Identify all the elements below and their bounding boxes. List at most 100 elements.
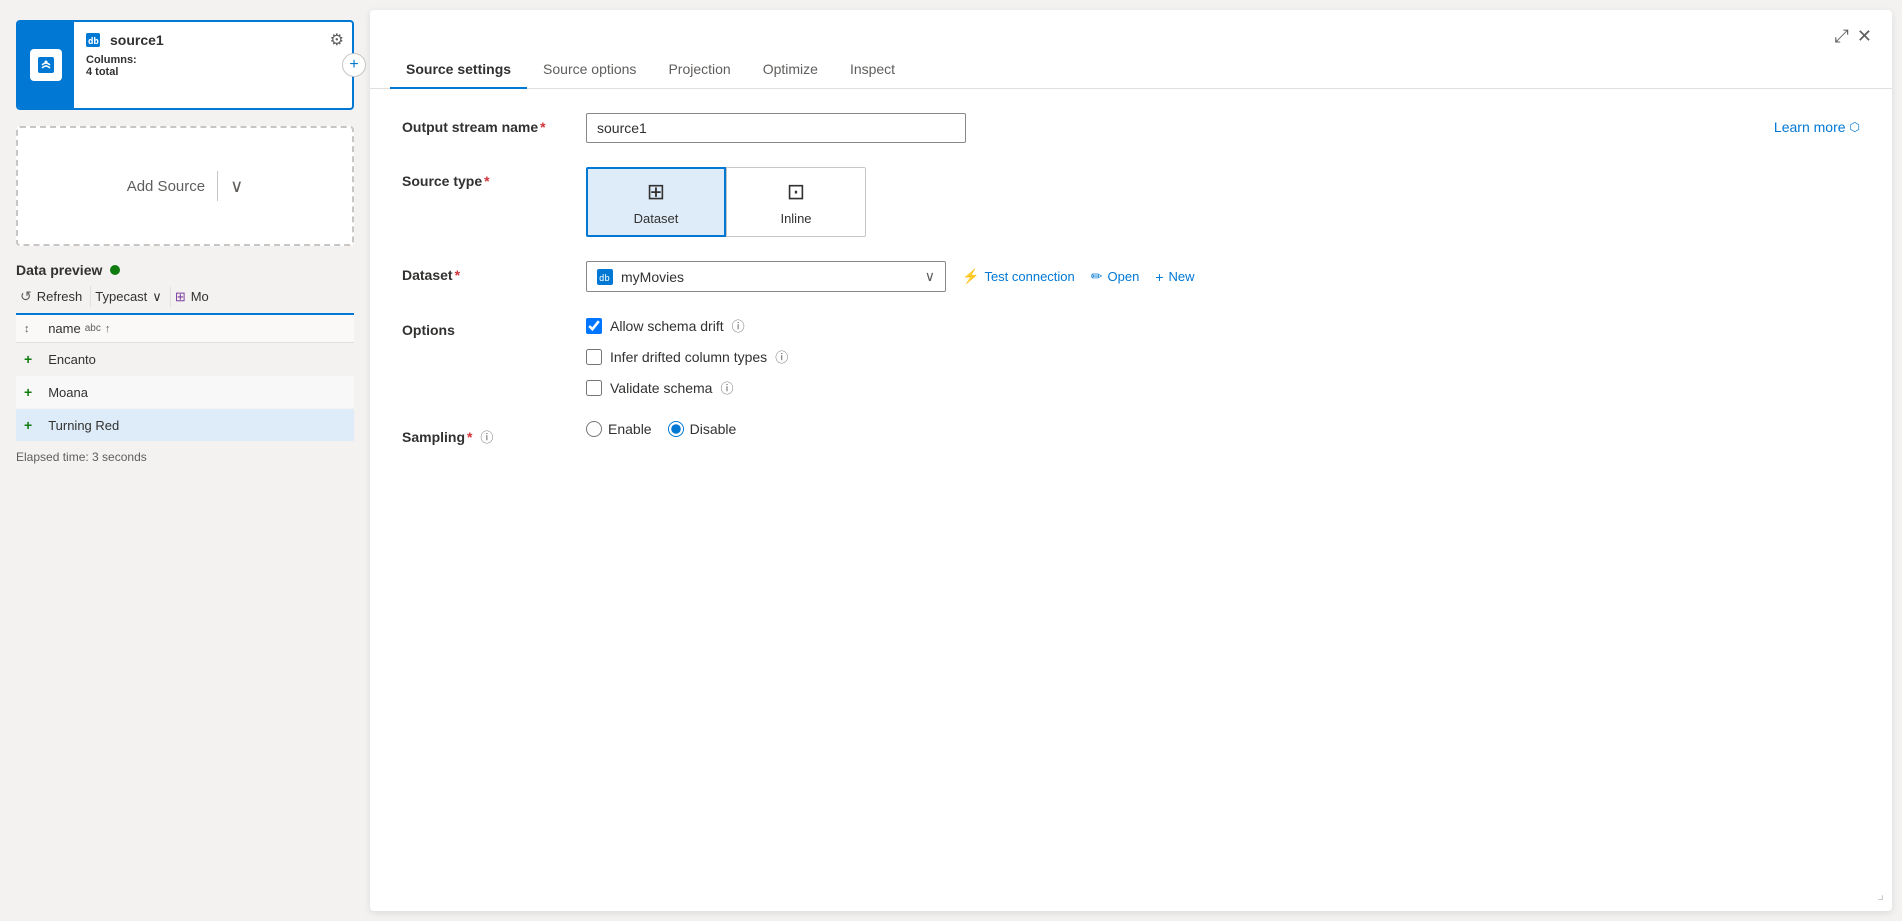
dataset-controls: db myMovies ∨ ⚡ Test connection ✏ Open (586, 261, 1195, 292)
db-icon: db (597, 269, 613, 285)
type-badge: abc (85, 323, 101, 334)
sampling-row: Sampling* ⓘ Enable Disable (402, 421, 1860, 446)
source-type-buttons: ⊞ Dataset ⊡ Inline (586, 167, 866, 237)
infer-drifted-column-types-row: Infer drifted column types ⓘ (586, 347, 788, 366)
tab-inspect[interactable]: Inspect (834, 51, 911, 89)
source-type-row: Source type* ⊞ Dataset ⊡ Inline (402, 167, 1860, 237)
table-row: + Turning Red (16, 409, 354, 442)
allow-schema-drift-row: Allow schema drift ⓘ (586, 316, 788, 335)
gear-icon[interactable]: ⚙ (330, 30, 344, 50)
table-row: + Encanto (16, 343, 354, 376)
tab-source-settings[interactable]: Source settings (390, 51, 527, 89)
add-source-label: Add Source (127, 178, 205, 195)
add-source-divider (217, 171, 218, 201)
right-panel: ⤢ ✕ Source settings Source options Proje… (370, 10, 1892, 911)
tab-projection[interactable]: Projection (652, 51, 746, 89)
sampling-disable-option[interactable]: Disable (668, 421, 737, 437)
sampling-radios: Enable Disable (586, 421, 736, 437)
source-node-plus-icon[interactable]: + (342, 53, 366, 77)
add-row-btn[interactable]: + (16, 409, 40, 442)
sampling-info-icon[interactable]: ⓘ (480, 430, 493, 445)
sampling-disable-radio[interactable] (668, 421, 684, 437)
sampling-label: Sampling* ⓘ (402, 421, 562, 446)
source-node-left (18, 22, 74, 108)
connection-icon: ⚡ (962, 268, 979, 285)
sampling-enable-radio[interactable] (586, 421, 602, 437)
info-icon[interactable]: ⓘ (732, 316, 745, 335)
row-name-cell: Turning Red (40, 409, 354, 442)
output-stream-name-input[interactable] (586, 113, 966, 143)
output-stream-name-row: Output stream name* Learn more ⬡ (402, 113, 1860, 143)
chevron-down-icon: ∨ (925, 268, 935, 285)
source-node-title: db source1 (86, 32, 340, 48)
source-type-inline-button[interactable]: ⊡ Inline (726, 167, 866, 237)
elapsed-time: Elapsed time: 3 seconds (16, 450, 354, 464)
source-type-dataset-button[interactable]: ⊞ Dataset (586, 167, 726, 237)
table-row: + Moana (16, 376, 354, 409)
name-column-header: name abc ↑ (40, 315, 354, 343)
add-row-btn[interactable]: + (16, 376, 40, 409)
panel-actions: ⤢ ✕ (1835, 26, 1873, 47)
panel-header: ⤢ ✕ (370, 10, 1892, 47)
chevron-down-icon: ∨ (230, 176, 243, 197)
sort-header[interactable]: ↕ (16, 315, 40, 343)
dataset-label: Dataset* (402, 261, 562, 283)
source-node[interactable]: db source1 Columns: 4 total ⚙ + (16, 20, 354, 110)
info-icon-3[interactable]: ⓘ (720, 378, 733, 397)
left-panel: db source1 Columns: 4 total ⚙ + Add Sour… (0, 0, 370, 921)
validate-schema-checkbox[interactable] (586, 380, 602, 396)
sort-asc-icon: ↑ (105, 323, 111, 335)
close-button[interactable]: ✕ (1857, 26, 1872, 47)
resize-handle[interactable]: ⌟ (1877, 886, 1884, 903)
inline-icon: ⊡ (787, 179, 805, 205)
data-preview-title: Data preview (16, 262, 102, 278)
source-type-label: Source type* (402, 167, 562, 189)
svg-text:db: db (599, 274, 610, 284)
more-button[interactable]: ⊞ Mo (171, 287, 217, 307)
open-button[interactable]: ✏ Open (1091, 268, 1140, 285)
options-label: Options (402, 316, 562, 338)
typecast-button[interactable]: Typecast ∨ (91, 287, 171, 307)
output-stream-name-label: Output stream name* (402, 113, 562, 135)
new-button[interactable]: + New (1155, 269, 1194, 285)
dataset-select-dropdown[interactable]: db myMovies ∨ (586, 261, 946, 292)
infer-drifted-column-types-checkbox[interactable] (586, 349, 602, 365)
expand-button[interactable]: ⤢ (1835, 26, 1849, 47)
sort-icon: ↕ (24, 323, 30, 335)
data-preview-header: Data preview (16, 262, 354, 278)
add-source-box[interactable]: Add Source ∨ (16, 126, 354, 246)
source-node-meta: Columns: 4 total (86, 54, 340, 78)
info-icon-2[interactable]: ⓘ (775, 347, 788, 366)
svg-text:db: db (88, 37, 99, 47)
output-stream-name-control (586, 113, 966, 143)
row-name-cell: Moana (40, 376, 354, 409)
add-row-btn[interactable]: + (16, 343, 40, 376)
options-row: Options Allow schema drift ⓘ Infer drift… (402, 316, 1860, 397)
validate-schema-row: Validate schema ⓘ (586, 378, 788, 397)
external-link-icon: ⬡ (1850, 120, 1860, 134)
source-icon (30, 49, 62, 81)
learn-more-link[interactable]: Learn more ⬡ (1774, 113, 1860, 135)
dataset-icon: ⊞ (647, 179, 665, 205)
source-node-content: db source1 Columns: 4 total (74, 22, 352, 108)
options-checkboxes: Allow schema drift ⓘ Infer drifted colum… (586, 316, 788, 397)
allow-schema-drift-checkbox[interactable] (586, 318, 602, 334)
refresh-icon: ↺ (20, 288, 32, 305)
preview-table: ↕ name abc ↑ + Encanto + Mo (16, 315, 354, 442)
tab-source-options[interactable]: Source options (527, 51, 652, 89)
dataset-row: Dataset* db myMovies ∨ ⚡ Test connection (402, 261, 1860, 292)
sampling-enable-option[interactable]: Enable (586, 421, 652, 437)
row-name-cell: Encanto (40, 343, 354, 376)
tab-optimize[interactable]: Optimize (747, 51, 834, 89)
grid-icon: ⊞ (175, 289, 186, 305)
status-dot (110, 265, 120, 275)
test-connection-button[interactable]: ⚡ Test connection (962, 268, 1075, 285)
data-preview-toolbar: ↺ Refresh Typecast ∨ ⊞ Mo (16, 286, 354, 315)
plus-icon: + (1155, 269, 1163, 285)
tabs: Source settings Source options Projectio… (370, 51, 1892, 89)
pencil-icon: ✏ (1091, 268, 1103, 285)
dataset-actions: ⚡ Test connection ✏ Open + New (962, 268, 1195, 285)
chevron-down-icon: ∨ (152, 289, 162, 305)
refresh-button[interactable]: ↺ Refresh (16, 286, 91, 307)
panel-body: Output stream name* Learn more ⬡ Source … (370, 89, 1892, 911)
